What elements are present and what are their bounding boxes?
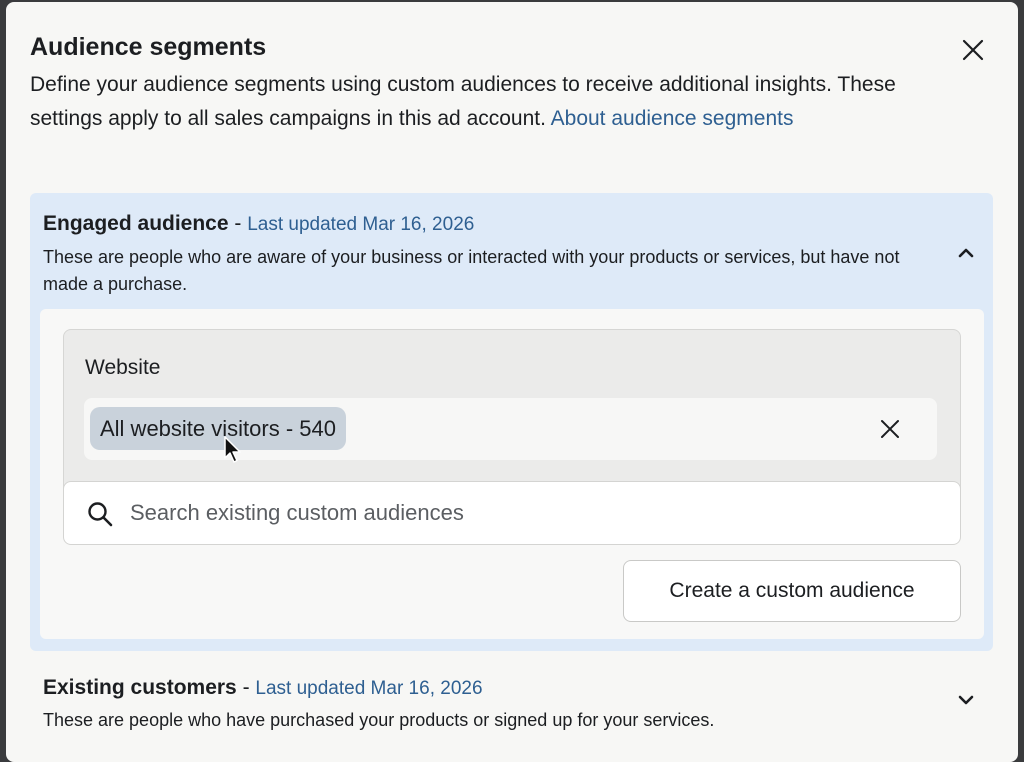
selected-audiences-field[interactable]: All website visitors - 540 [84,398,937,460]
expand-existing-button[interactable] [952,686,980,714]
engaged-last-updated: Last updated Mar 16, 2026 [247,214,475,235]
search-icon [88,502,113,527]
create-custom-audience-button[interactable]: Create a custom audience [623,560,961,622]
existing-customers-description: These are people who have purchased your… [43,710,715,730]
engaged-audience-header[interactable]: Engaged audience - Last updated Mar 16, … [43,212,474,236]
existing-separator: - [236,676,256,699]
dialog-description: Define your audience segments using cust… [30,68,910,136]
mouse-pointer-icon [224,436,241,463]
engaged-audience-panel: Website All website visitors - 540 Searc… [40,309,984,639]
engaged-audience-description: These are people who are aware of your b… [43,247,900,294]
existing-customers-section: Existing customers - Last updated Mar 16… [30,662,993,762]
close-button[interactable] [957,34,989,66]
selected-audience-chip[interactable]: All website visitors - 540 [90,407,346,450]
engaged-audience-title: Engaged audience [43,212,229,235]
engaged-audience-section: Engaged audience - Last updated Mar 16, … [30,193,993,651]
chevron-down-icon [958,695,974,705]
about-audience-segments-link[interactable]: About audience segments [551,107,794,130]
clear-selection-button[interactable] [876,415,904,443]
close-icon [881,420,899,438]
engaged-separator: - [228,212,248,235]
existing-customers-title: Existing customers [43,676,237,699]
existing-last-updated: Last updated Mar 16, 2026 [255,678,483,699]
audience-segments-dialog: Audience segments Define your audience s… [6,2,1018,762]
website-label: Website [85,356,161,379]
search-custom-audiences-box[interactable] [63,481,961,545]
website-audience-box: Website All website visitors - 540 [63,329,961,489]
existing-customers-header[interactable]: Existing customers - Last updated Mar 16… [43,676,483,700]
search-custom-audiences-input[interactable] [130,492,930,534]
collapse-engaged-button[interactable] [952,239,980,267]
dialog-title: Audience segments [30,33,267,61]
chevron-up-icon [958,248,974,258]
close-icon [962,39,984,61]
